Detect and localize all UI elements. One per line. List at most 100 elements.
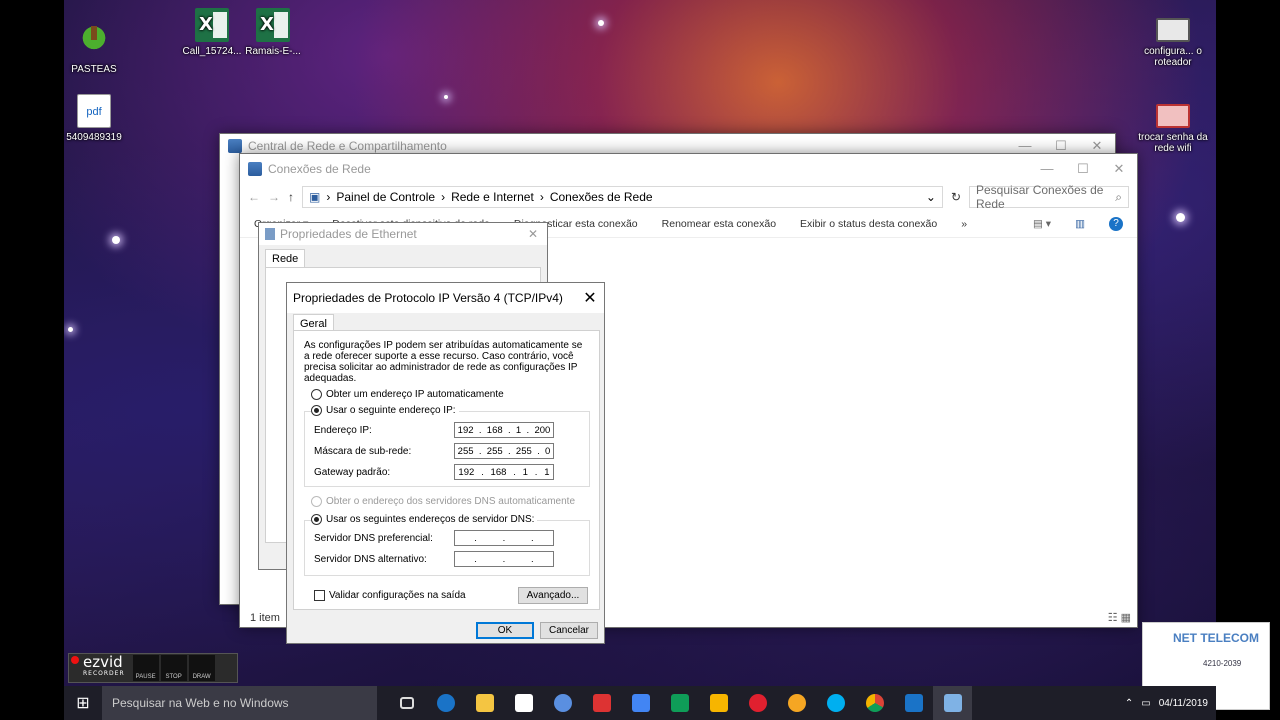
close-icon[interactable]: ✕ (1101, 161, 1137, 177)
star (444, 95, 448, 99)
refresh-icon[interactable]: ↻ (951, 190, 961, 204)
maximize-icon[interactable]: ☐ (1043, 138, 1079, 154)
up-arrow-icon[interactable]: ↑ (288, 190, 294, 204)
close-icon[interactable]: ✕ (519, 227, 547, 241)
rename-button[interactable]: Renomear esta conexão (662, 218, 776, 230)
anydesk-icon[interactable] (582, 686, 621, 720)
chrome-icon[interactable] (855, 686, 894, 720)
desktop-icon-configura[interactable]: configura... o roteador (1133, 18, 1213, 68)
star (1176, 213, 1185, 222)
excel-file-icon (195, 8, 229, 42)
help-icon[interactable]: ? (1109, 216, 1123, 231)
desktop-icon-pasteas[interactable]: PASTEAS (54, 6, 134, 75)
chevron-up-icon[interactable]: ⌃ (1125, 698, 1133, 709)
recording-dot-icon (71, 656, 79, 664)
ip-address-label: Endereço IP: (314, 425, 372, 436)
ip-address-field[interactable]: 192. 168. 1. 200 (454, 422, 554, 438)
item-count: 1 item (250, 612, 280, 624)
view-toggle-icon[interactable]: ☷ ▦ (1108, 609, 1131, 627)
pause-button[interactable]: PAUSE (132, 655, 159, 681)
windows-start-icon[interactable]: ⊞ (64, 686, 102, 720)
breadcrumb-item[interactable]: Painel de Controle (336, 190, 435, 204)
desktop-icon-ramais[interactable]: Ramais-E-... (233, 8, 313, 57)
net-logo: NET TELECOM (1173, 631, 1259, 645)
maximize-icon[interactable]: ☐ (1065, 161, 1101, 177)
intro-text: As configurações IP podem ser atribuídas… (304, 340, 583, 384)
system-tray: ⌃ ▭ 04/11/2019 (1125, 698, 1216, 709)
manual-dns-group (304, 520, 590, 576)
search-icon: ⌕ (1115, 189, 1122, 204)
sheets-icon[interactable] (660, 686, 699, 720)
chevron-down-icon[interactable]: ⌄ (926, 190, 936, 204)
tab-geral[interactable]: Geral (293, 314, 334, 331)
desktop-icon-trocar-senha[interactable]: trocar senha da rede wifi (1133, 104, 1213, 154)
ezvid-recorder-toolbar: ezvid RECORDER PAUSE STOP DRAW (68, 653, 238, 683)
view-options-icon[interactable]: ▤ ▾ (1033, 218, 1051, 230)
network-icon (228, 139, 242, 153)
preview-pane-icon[interactable]: ▥ (1075, 218, 1085, 230)
breadcrumb-item[interactable]: Rede e Internet (451, 190, 534, 204)
search-input[interactable]: Pesquisar Conexões de Rede ⌕ (969, 183, 1129, 211)
docs-icon[interactable] (621, 686, 660, 720)
radio-disabled (311, 496, 322, 507)
breadcrumb[interactable]: ▣ › Painel de Controle › Rede e Internet… (302, 186, 943, 208)
notes-icon[interactable] (699, 686, 738, 720)
close-icon[interactable]: ✕ (576, 288, 604, 308)
app-icon[interactable] (543, 686, 582, 720)
store-icon[interactable] (504, 686, 543, 720)
alternate-dns-label: Servidor DNS alternativo: (314, 554, 427, 565)
window-title: Central de Rede e Compartilhamento (248, 139, 447, 153)
pdf-file-icon: pdf (77, 94, 111, 128)
minimize-icon[interactable]: — (1029, 161, 1065, 177)
ethernet-dialog-titlebar[interactable]: Propriedades de Ethernet ✕ (259, 223, 547, 245)
desktop-icon-pdf[interactable]: pdf 5409489319 (54, 94, 134, 143)
network-tray-icon[interactable]: ▭ (1141, 698, 1150, 709)
network-icon (248, 162, 262, 176)
forward-arrow-icon[interactable]: → (268, 190, 280, 204)
ipv4-properties-dialog[interactable]: Propriedades de Protocolo IP Versão 4 (T… (286, 282, 605, 644)
radio-auto-dns[interactable]: Obter o endereço dos servidores DNS auto… (311, 496, 575, 507)
tab-rede[interactable]: Rede (265, 249, 306, 268)
stop-button[interactable]: STOP (160, 655, 187, 681)
subnet-mask-label: Máscara de sub-rede: (314, 446, 412, 457)
ok-button[interactable]: OK (476, 622, 534, 639)
gateway-field[interactable]: 192. 168. 1. 1 (454, 464, 554, 480)
task-view-icon[interactable] (387, 686, 426, 720)
advanced-button[interactable]: Avançado... (518, 587, 588, 604)
window-title: Conexões de Rede (268, 162, 371, 176)
back-arrow-icon[interactable]: ← (248, 190, 260, 204)
close-icon[interactable]: ✕ (1079, 138, 1115, 154)
radio-auto-ip[interactable]: Obter um endereço IP automaticamente (311, 389, 504, 400)
ipv4-dialog-titlebar[interactable]: Propriedades de Protocolo IP Versão 4 (T… (287, 283, 604, 313)
monitor-icon (1156, 104, 1190, 128)
view-status-button[interactable]: Exibir o status desta conexão (800, 218, 937, 230)
radio-manual-dns[interactable]: Usar os seguintes endereços de servidor … (311, 514, 538, 525)
star (68, 327, 73, 332)
cancel-button[interactable]: Cancelar (540, 622, 598, 639)
explorer-titlebar[interactable]: Conexões de Rede — ☐ ✕ (240, 154, 1137, 184)
excel-file-icon (256, 8, 290, 42)
address-bar: ← → ↑ ▣ › Painel de Controle › Rede e In… (240, 183, 1137, 211)
tree-icon (77, 26, 111, 60)
draw-button[interactable]: DRAW (188, 655, 215, 681)
subnet-mask-field[interactable]: 255. 255. 255. 0 (454, 443, 554, 459)
media-player-icon[interactable] (777, 686, 816, 720)
geral-tab-panel: As configurações IP podem ser atribuídas… (293, 330, 600, 610)
preferred-dns-field[interactable]: ... (454, 530, 554, 546)
control-panel-taskbar-icon[interactable] (933, 686, 972, 720)
checkbox-unchecked (314, 590, 325, 601)
radio-manual-ip[interactable]: Usar o seguinte endereço IP: (311, 405, 459, 416)
skype-icon[interactable] (816, 686, 855, 720)
gateway-label: Gateway padrão: (314, 467, 391, 478)
date-display[interactable]: 04/11/2019 (1159, 698, 1208, 709)
settings-icon[interactable] (894, 686, 933, 720)
breadcrumb-item[interactable]: Conexões de Rede (550, 190, 653, 204)
minimize-icon[interactable]: — (1007, 138, 1043, 154)
file-explorer-icon[interactable] (465, 686, 504, 720)
more-commands-button[interactable]: » (961, 218, 967, 230)
opera-icon[interactable] (738, 686, 777, 720)
taskbar-search-input[interactable]: Pesquisar na Web e no Windows (102, 686, 377, 720)
validate-checkbox[interactable]: Validar configurações na saída (314, 590, 466, 601)
alternate-dns-field[interactable]: ... (454, 551, 554, 567)
edge-icon[interactable] (426, 686, 465, 720)
